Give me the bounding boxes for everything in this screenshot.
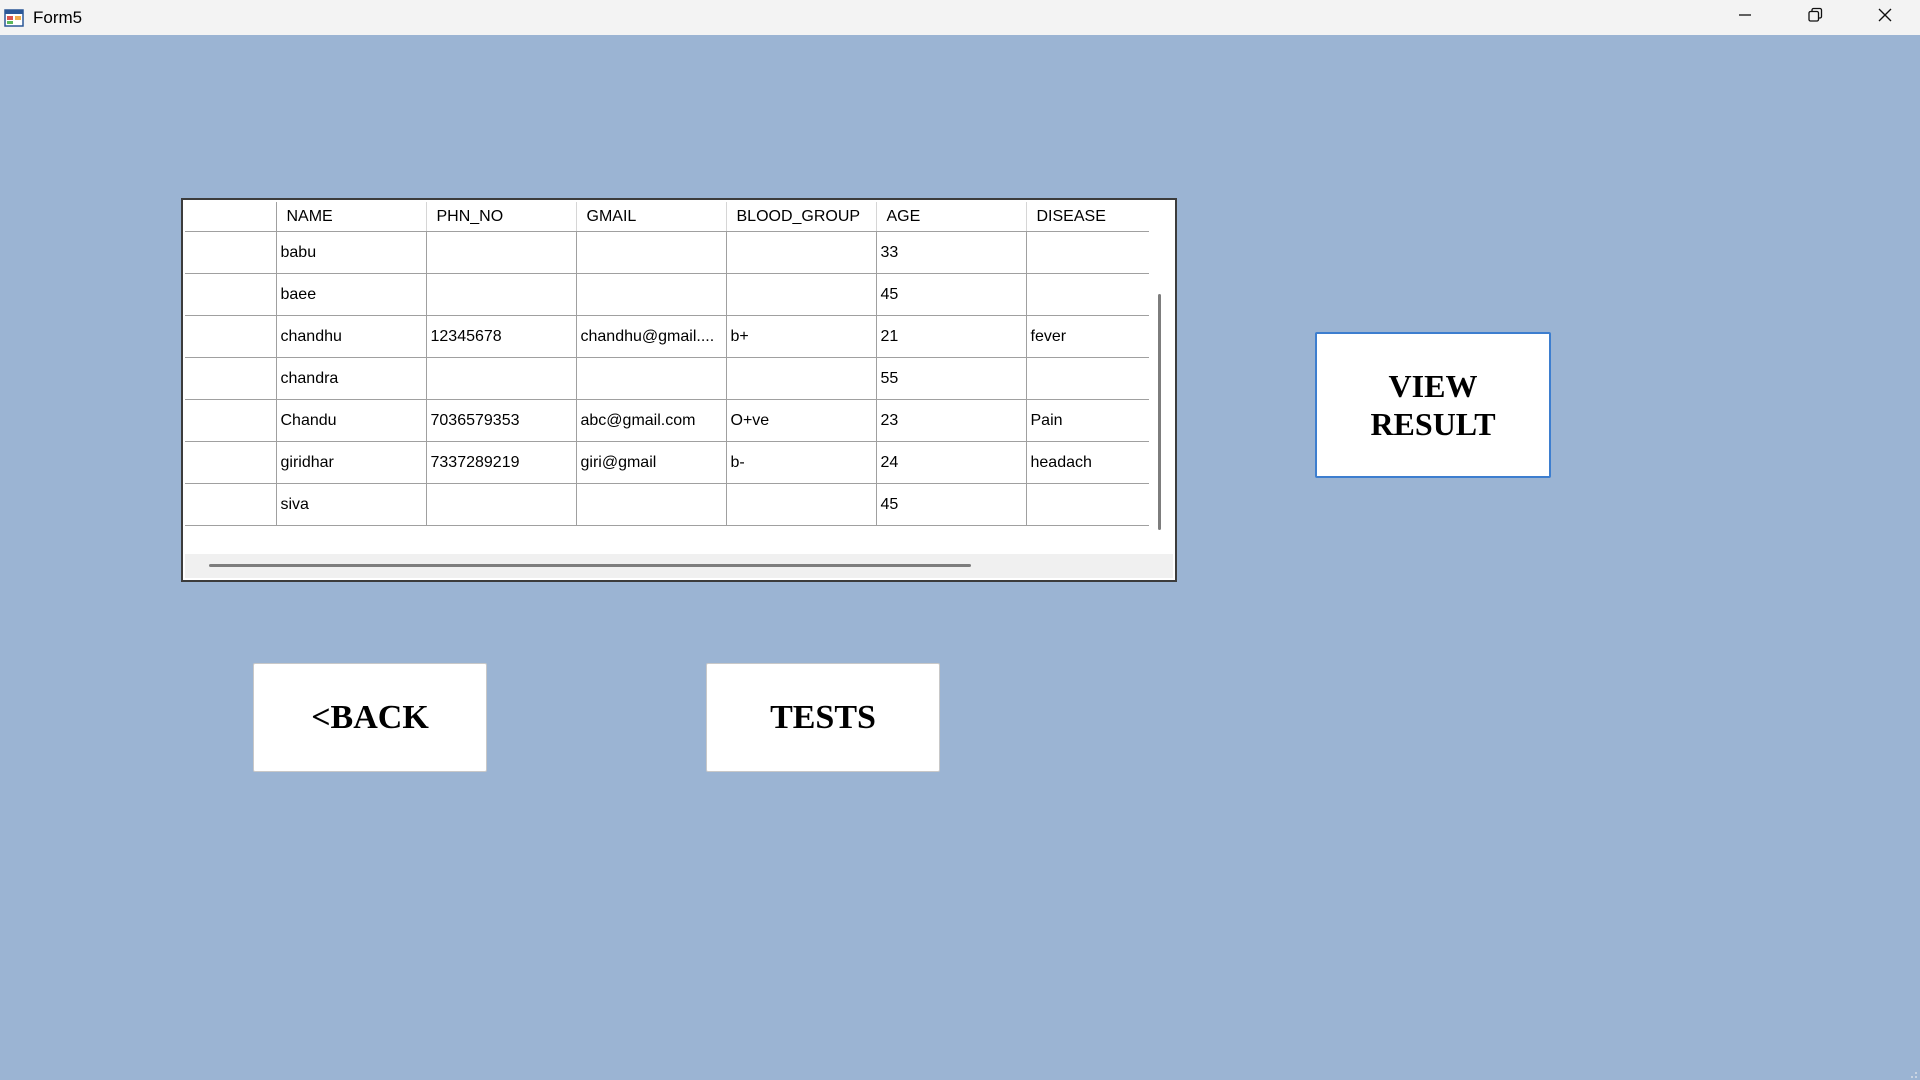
view-result-label-line2: RESULT xyxy=(1370,406,1496,442)
cell-phn-no[interactable] xyxy=(426,231,577,274)
row-header[interactable] xyxy=(185,399,277,442)
cell-gmail[interactable] xyxy=(576,231,727,274)
table-row[interactable]: baee 45 xyxy=(185,273,1152,316)
tests-button[interactable]: TESTS xyxy=(706,663,940,772)
view-result-label-line1: VIEW xyxy=(1388,368,1478,404)
cell-blood-group[interactable] xyxy=(726,273,877,316)
cell-gmail[interactable] xyxy=(576,483,727,526)
horizontal-scrollbar-thumb[interactable] xyxy=(209,564,971,567)
cell-phn-no[interactable]: 7036579353 xyxy=(426,399,577,442)
window-title: Form5 xyxy=(33,7,83,27)
patients-data-grid[interactable]: NAME PHN_NO GMAIL BLOOD_GROUP AGE DISEAS… xyxy=(181,198,1177,582)
table-row[interactable]: chandra 55 xyxy=(185,357,1152,400)
cell-age[interactable]: 45 xyxy=(876,273,1027,316)
cell-gmail[interactable]: abc@gmail.com xyxy=(576,399,727,442)
column-header-gmail[interactable]: GMAIL xyxy=(576,202,727,232)
cell-blood-group[interactable]: b+ xyxy=(726,315,877,358)
cell-disease[interactable]: headach xyxy=(1026,441,1152,484)
cell-blood-group[interactable] xyxy=(726,357,877,400)
table-row[interactable]: siva 45 xyxy=(185,483,1152,526)
cell-phn-no[interactable] xyxy=(426,273,577,316)
cell-name[interactable]: chandra xyxy=(276,357,427,400)
column-header-disease[interactable]: DISEASE xyxy=(1026,202,1152,232)
column-header-age[interactable]: AGE xyxy=(876,202,1027,232)
minimize-icon xyxy=(1737,7,1753,28)
tests-label: TESTS xyxy=(770,698,876,736)
column-header-blood-group[interactable]: BLOOD_GROUP xyxy=(726,202,877,232)
cell-name[interactable]: baee xyxy=(276,273,427,316)
window-controls xyxy=(1710,0,1920,35)
cell-name[interactable]: siva xyxy=(276,483,427,526)
patients-table: NAME PHN_NO GMAIL BLOOD_GROUP AGE DISEAS… xyxy=(185,202,1152,526)
cell-phn-no[interactable]: 7337289219 xyxy=(426,441,577,484)
close-button[interactable] xyxy=(1850,0,1920,35)
cell-phn-no[interactable]: 12345678 xyxy=(426,315,577,358)
cell-name[interactable]: giridhar xyxy=(276,441,427,484)
grid-body: NAME PHN_NO GMAIL BLOOD_GROUP AGE DISEAS… xyxy=(185,202,1153,556)
cell-age[interactable]: 55 xyxy=(876,357,1027,400)
vertical-scrollbar-thumb[interactable] xyxy=(1158,294,1161,530)
row-header[interactable] xyxy=(185,273,277,316)
cell-name[interactable]: chandhu xyxy=(276,315,427,358)
vertical-scrollbar[interactable] xyxy=(1149,202,1169,556)
row-header[interactable] xyxy=(185,357,277,400)
cell-blood-group[interactable] xyxy=(726,483,877,526)
cell-blood-group[interactable]: O+ve xyxy=(726,399,877,442)
cell-disease[interactable] xyxy=(1026,273,1152,316)
back-button[interactable]: <BACK xyxy=(253,663,487,772)
row-header[interactable] xyxy=(185,231,277,274)
row-header-corner[interactable] xyxy=(185,202,277,232)
horizontal-scrollbar[interactable] xyxy=(185,554,1153,578)
column-header-name[interactable]: NAME xyxy=(276,202,427,232)
cell-age[interactable]: 45 xyxy=(876,483,1027,526)
table-row[interactable]: chandhu 12345678 chandhu@gmail.... b+ 21… xyxy=(185,315,1152,358)
cell-blood-group[interactable] xyxy=(726,231,877,274)
cell-age[interactable]: 23 xyxy=(876,399,1027,442)
cell-disease[interactable] xyxy=(1026,483,1152,526)
cell-gmail[interactable] xyxy=(576,273,727,316)
row-header[interactable] xyxy=(185,483,277,526)
header-row: NAME PHN_NO GMAIL BLOOD_GROUP AGE DISEAS… xyxy=(185,202,1152,232)
cell-age[interactable]: 24 xyxy=(876,441,1027,484)
table-row[interactable]: Chandu 7036579353 abc@gmail.com O+ve 23 … xyxy=(185,399,1152,442)
view-result-button[interactable]: VIEW RESULT xyxy=(1315,332,1551,478)
cell-name[interactable]: Chandu xyxy=(276,399,427,442)
cell-gmail[interactable]: giri@gmail xyxy=(576,441,727,484)
cell-disease[interactable] xyxy=(1026,357,1152,400)
cell-age[interactable]: 33 xyxy=(876,231,1027,274)
back-label: <BACK xyxy=(311,698,429,736)
cell-blood-group[interactable]: b- xyxy=(726,441,877,484)
cell-disease[interactable]: fever xyxy=(1026,315,1152,358)
table-row[interactable]: giridhar 7337289219 giri@gmail b- 24 hea… xyxy=(185,441,1152,484)
table-row[interactable]: babu 33 xyxy=(185,231,1152,274)
cell-gmail[interactable]: chandhu@gmail.... xyxy=(576,315,727,358)
cell-disease[interactable] xyxy=(1026,231,1152,274)
cell-gmail[interactable] xyxy=(576,357,727,400)
row-header[interactable] xyxy=(185,441,277,484)
cell-disease[interactable]: Pain xyxy=(1026,399,1152,442)
minimize-button[interactable] xyxy=(1710,0,1780,35)
cell-age[interactable]: 21 xyxy=(876,315,1027,358)
restore-icon xyxy=(1807,7,1823,28)
form5-window: Form5 NAME PHN_NO GMAIL BLOOD_GROUP AGE … xyxy=(0,0,1920,1080)
title-bar[interactable]: Form5 xyxy=(0,0,1920,35)
column-header-phn-no[interactable]: PHN_NO xyxy=(426,202,577,232)
cell-name[interactable]: babu xyxy=(276,231,427,274)
app-icon[interactable] xyxy=(4,8,24,28)
restore-button[interactable] xyxy=(1780,0,1850,35)
view-result-label: VIEW RESULT xyxy=(1370,367,1495,443)
resize-grip-icon[interactable] xyxy=(1906,1066,1918,1078)
cell-phn-no[interactable] xyxy=(426,483,577,526)
scrollbar-corner xyxy=(1149,554,1173,578)
row-header[interactable] xyxy=(185,315,277,358)
cell-phn-no[interactable] xyxy=(426,357,577,400)
close-icon xyxy=(1877,7,1893,28)
